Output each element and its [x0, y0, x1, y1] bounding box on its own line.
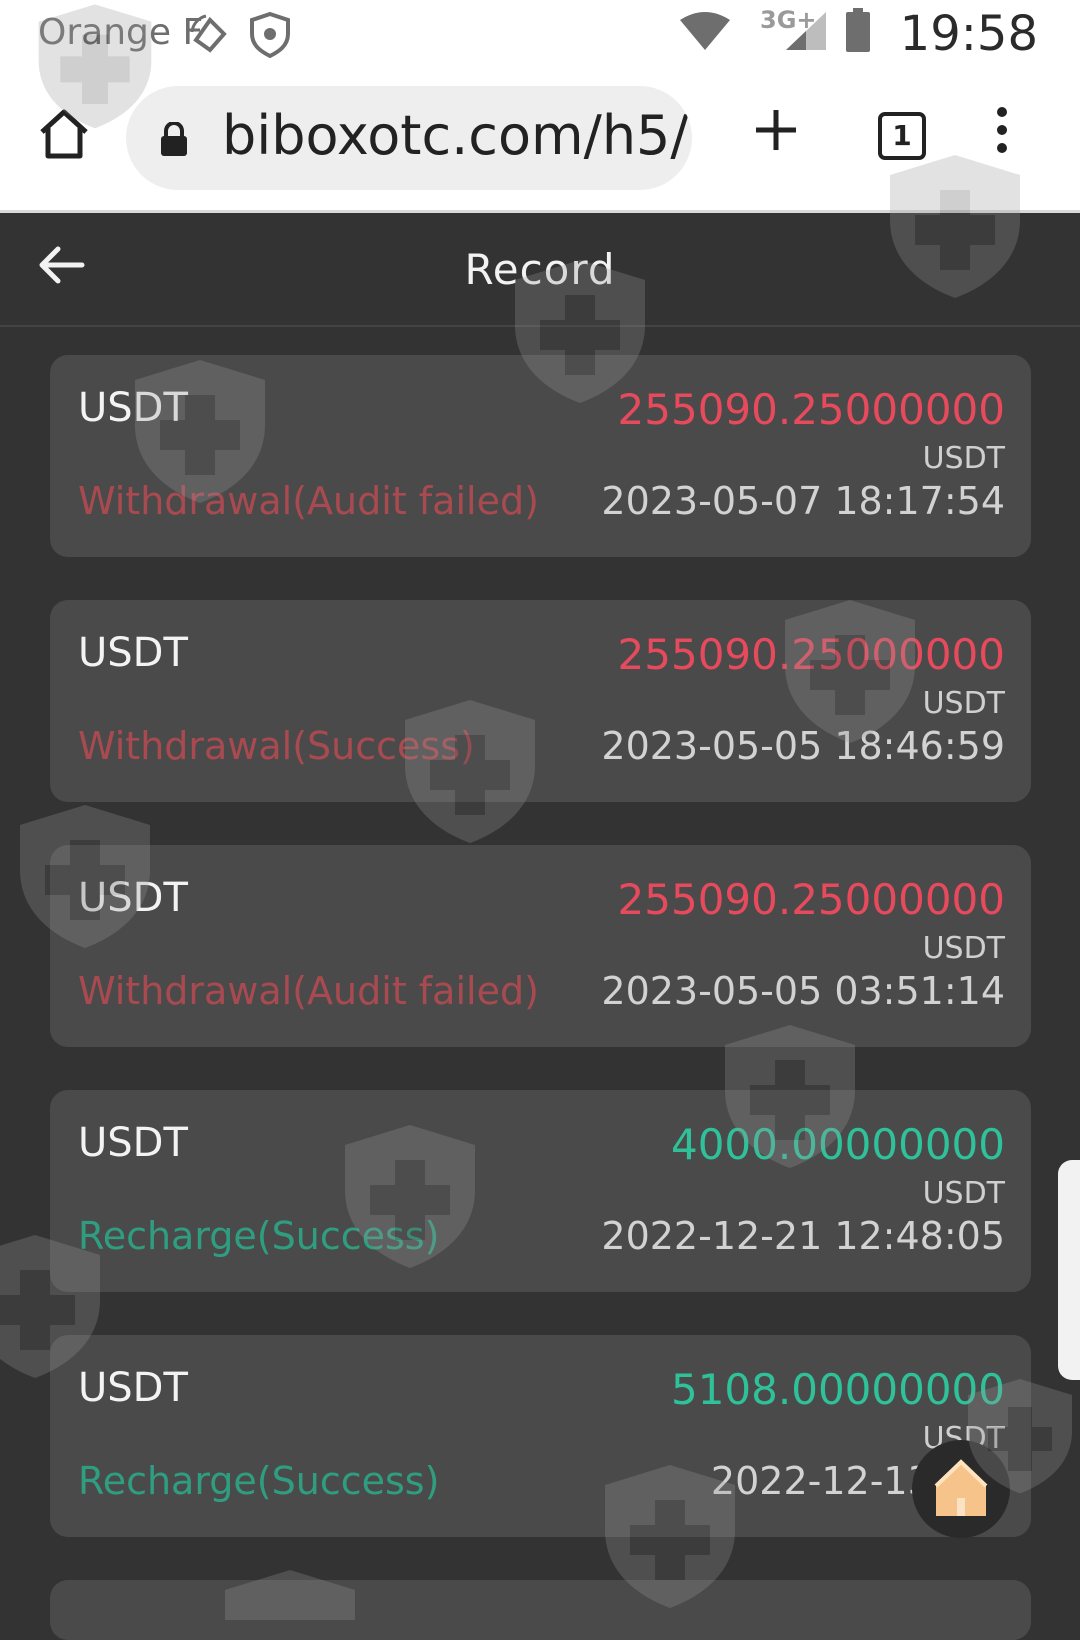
app-header: Record	[0, 213, 1080, 327]
amount: 5108.00000000	[670, 1365, 1005, 1414]
side-drag-handle[interactable]	[1058, 1160, 1080, 1380]
record-card[interactable]: USDT 4000.00000000 USDT Recharge(Success…	[50, 1090, 1031, 1292]
record-card[interactable]: USDT 255090.25000000 USDT Withdrawal(Aud…	[50, 845, 1031, 1047]
home-icon[interactable]	[36, 106, 92, 162]
record-time: 2023-05-05 18:46:59	[601, 724, 1005, 768]
amount: 255090.25000000	[617, 385, 1005, 434]
page-title: Record	[464, 245, 616, 294]
record-status: Withdrawal(Audit failed)	[78, 479, 539, 523]
coin-name: USDT	[78, 1120, 188, 1166]
carrier-label: Orange F	[38, 12, 204, 53]
coin-name: USDT	[78, 1365, 188, 1411]
status-bar: Orange F 3G+ 19:58	[0, 0, 1080, 72]
coin-name: USDT	[78, 385, 188, 431]
more-menu-icon[interactable]	[992, 106, 1012, 158]
record-status: Withdrawal(Audit failed)	[78, 969, 539, 1013]
record-card[interactable]: USDT 255090.25000000 USDT Withdrawal(Suc…	[50, 600, 1031, 802]
url-text: biboxotc.com/h5/i	[222, 104, 692, 167]
record-time: 2022-12-21 12:48:05	[601, 1214, 1005, 1258]
shield-status-icon	[248, 10, 292, 62]
amount-unit: USDT	[922, 441, 1005, 476]
tab-switcher-button[interactable]: 1	[878, 112, 926, 160]
record-status: Recharge(Success)	[78, 1459, 440, 1503]
amount-unit: USDT	[922, 1176, 1005, 1211]
amount: 4000.00000000	[670, 1120, 1005, 1169]
home-icon	[934, 1459, 988, 1516]
wifi-icon	[680, 12, 730, 56]
record-card[interactable]: USDT 255090.25000000 USDT Withdrawal(Aud…	[50, 355, 1031, 557]
record-time: 2023-05-05 03:51:14	[601, 969, 1005, 1013]
clock: 19:58	[899, 6, 1038, 62]
coin-name: USDT	[78, 875, 188, 921]
amount-unit: USDT	[922, 931, 1005, 966]
signal-icon	[786, 12, 826, 54]
address-bar[interactable]: biboxotc.com/h5/i	[126, 86, 692, 190]
browser-toolbar: biboxotc.com/h5/i 1	[0, 72, 1080, 213]
record-status: Recharge(Success)	[78, 1214, 440, 1258]
rotate-icon	[186, 10, 234, 62]
new-tab-icon[interactable]	[752, 106, 800, 158]
floating-home-button[interactable]	[912, 1440, 1010, 1538]
lock-icon	[160, 121, 188, 160]
record-card[interactable]: USDT 5108.00000000 USDT Recharge(Success…	[50, 1335, 1031, 1537]
battery-icon	[846, 8, 870, 56]
record-time: 2023-05-07 18:17:54	[601, 479, 1005, 523]
amount-unit: USDT	[922, 686, 1005, 721]
record-card[interactable]	[50, 1580, 1031, 1640]
amount: 255090.25000000	[617, 630, 1005, 679]
coin-name: USDT	[78, 630, 188, 676]
amount: 255090.25000000	[617, 875, 1005, 924]
record-status: Withdrawal(Success)	[78, 724, 475, 768]
